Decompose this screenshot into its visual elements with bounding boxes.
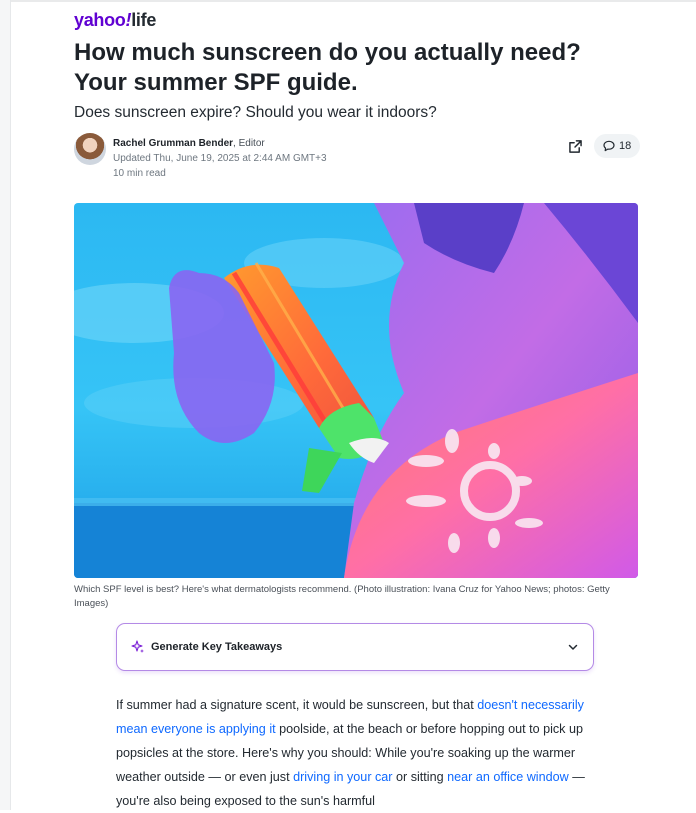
- takeaways-label: Generate Key Takeaways: [151, 641, 283, 653]
- comment-icon: [603, 140, 615, 152]
- share-button[interactable]: [563, 134, 587, 158]
- left-rail: [0, 0, 11, 810]
- comments-button[interactable]: 18: [594, 134, 641, 158]
- comment-count: 18: [619, 140, 632, 152]
- read-time: 10 min read: [113, 168, 166, 179]
- updated-timestamp: Updated Thu, June 19, 2025 at 2:44 AM GM…: [113, 153, 327, 164]
- article-subtitle: Does sunscreen expire? Should you wear i…: [74, 104, 437, 121]
- generate-key-takeaways-button[interactable]: Generate Key Takeaways: [116, 623, 594, 671]
- sparkle-icon: [131, 640, 144, 653]
- chevron-down-icon: [568, 644, 578, 650]
- author-role: , Editor: [233, 138, 265, 149]
- yahoo-life-logo[interactable]: yahoo!life: [74, 10, 156, 31]
- inline-link-driving-in-car[interactable]: driving in your car: [293, 770, 392, 784]
- author-avatar[interactable]: [74, 133, 106, 165]
- hero-image[interactable]: [74, 203, 638, 578]
- article-title: How much sunscreen do you actually need?…: [74, 39, 581, 96]
- article-body-paragraph: If summer had a signature scent, it woul…: [116, 698, 585, 808]
- top-divider: [0, 0, 696, 2]
- image-caption: Which SPF level is best? Here's what der…: [74, 584, 610, 609]
- author-name[interactable]: Rachel Grumman Bender: [113, 138, 233, 149]
- byline: Rachel Grumman Bender, Editor Updated Th…: [113, 136, 327, 181]
- inline-link-office-window[interactable]: near an office window: [447, 770, 569, 784]
- share-external-icon: [568, 139, 582, 153]
